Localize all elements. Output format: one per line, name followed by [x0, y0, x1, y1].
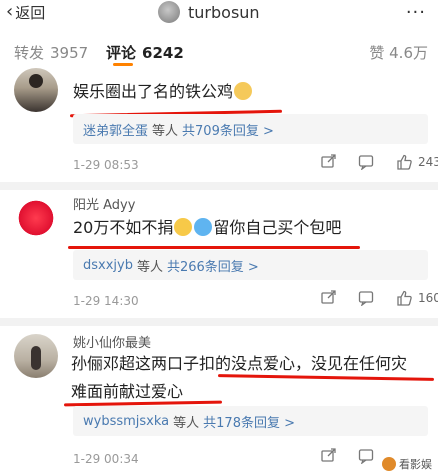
comment-item: 阳光 Adyy 20万不如不捐 留你自己买个包吧 dsxxjyb 等人 共266条…: [0, 190, 438, 316]
comment-time: 1-29 08:53: [73, 158, 139, 172]
reply-summary[interactable]: 迷弟郭全蛋 等人 共709条回复 >: [73, 114, 428, 144]
commenter-avatar[interactable]: [14, 68, 58, 112]
commenter-name[interactable]: 阳光 Adyy: [73, 194, 135, 213]
share-icon: [321, 448, 336, 462]
tab-likes-count: 4.6万: [389, 44, 428, 62]
reply-username[interactable]: dsxxjyb: [83, 258, 133, 273]
commenter-avatar[interactable]: [14, 196, 58, 240]
comment-time: 1-29 14:30: [73, 294, 139, 308]
comment-actions: 1603: [320, 290, 438, 306]
tab-likes[interactable]: 赞 4.6万: [369, 42, 428, 63]
thumbs-up-icon: [397, 154, 412, 170]
author-name: turbosun: [188, 2, 260, 22]
like-count: 1603: [418, 291, 438, 305]
comment-button[interactable]: [358, 154, 374, 170]
comment-text-part-1: 20万不如不捐: [73, 218, 174, 237]
commenter-avatar[interactable]: [14, 334, 58, 378]
comment-icon: [358, 449, 374, 464]
top-bar: ‹ 返回 turbosun ···: [0, 0, 438, 28]
pray-emoji-icon: [234, 82, 253, 100]
like-count: 2436: [418, 155, 438, 169]
back-label: 返回: [15, 3, 46, 22]
watermark-logo-icon: [382, 457, 396, 471]
tab-likes-label: 赞: [369, 44, 385, 62]
share-icon: [321, 154, 336, 168]
comment-time: 1-29 00:34: [73, 452, 139, 466]
comment-button[interactable]: [358, 448, 374, 464]
comment-icon: [358, 155, 374, 170]
comment-button[interactable]: [358, 290, 374, 306]
tab-reposts-label: 转发: [14, 44, 45, 62]
reply-count-link[interactable]: 共709条回复 >: [182, 120, 274, 139]
sweat-emoji-icon: [174, 218, 193, 236]
comment-icon: [358, 291, 374, 306]
share-button[interactable]: [320, 448, 336, 464]
section-divider: [0, 318, 438, 326]
chevron-left-icon: ‹: [6, 1, 14, 22]
tab-reposts[interactable]: 转发 3957: [14, 42, 88, 63]
reply-count-link[interactable]: 共178条回复 >: [203, 412, 295, 431]
comment-text-body: 娱乐圈出了名的铁公鸡: [73, 82, 234, 101]
reply-username[interactable]: 迷弟郭全蛋: [83, 120, 148, 139]
share-icon: [321, 290, 336, 304]
tab-bar: 转发 3957 评论 6242 赞 4.6万: [0, 36, 438, 66]
comment-actions: [320, 448, 374, 464]
reply-summary[interactable]: dsxxjyb 等人 共266条回复 >: [73, 250, 428, 280]
post-author[interactable]: turbosun: [158, 1, 260, 23]
reply-others-label: 等人: [173, 415, 200, 431]
section-divider: [0, 182, 438, 190]
reply-username[interactable]: wybssmjsxka: [83, 414, 169, 429]
tab-comments-count: 6242: [142, 44, 184, 62]
commenter-name[interactable]: 姚小仙你最美: [73, 332, 151, 351]
thumbs-up-icon: [397, 290, 412, 306]
watermark-text: 看影娱: [399, 458, 432, 471]
like-button[interactable]: 2436: [396, 154, 438, 170]
tab-comments[interactable]: 评论 6242: [106, 42, 184, 63]
active-tab-indicator: [113, 63, 133, 66]
more-options-icon[interactable]: ···: [406, 2, 426, 23]
like-button[interactable]: 1603: [396, 290, 438, 306]
comment-text-part-2: 留你自己买个包吧: [213, 218, 342, 237]
reply-others-label: 等人: [152, 123, 179, 139]
reply-count-link[interactable]: 共266条回复 >: [167, 256, 259, 275]
comment-item: 姚小仙你最美 孙俪邓超这两口子扣的没点爱心，没见在任何灾 难面前献过爱心 wyb…: [0, 326, 438, 476]
comment-text: 20万不如不捐 留你自己买个包吧: [73, 214, 341, 242]
comment-item: 娱乐圈出了名的铁公鸡 迷弟郭全蛋 等人 共709条回复 > 1-29 08:53…: [0, 68, 438, 182]
back-button[interactable]: ‹ 返回: [6, 0, 45, 24]
watermark: 看影娱: [382, 456, 432, 472]
author-avatar[interactable]: [158, 1, 180, 23]
share-button[interactable]: [320, 154, 336, 170]
share-button[interactable]: [320, 290, 336, 306]
tab-reposts-count: 3957: [50, 44, 89, 62]
cry-emoji-icon: [194, 218, 213, 236]
reply-others-label: 等人: [136, 259, 163, 275]
tab-comments-label: 评论: [106, 44, 137, 62]
red-underline-annotation: [68, 246, 360, 249]
comment-text: 娱乐圈出了名的铁公鸡: [73, 78, 253, 106]
reply-summary[interactable]: wybssmjsxka 等人 共178条回复 >: [73, 406, 428, 436]
comment-actions: 2436: [320, 154, 438, 170]
